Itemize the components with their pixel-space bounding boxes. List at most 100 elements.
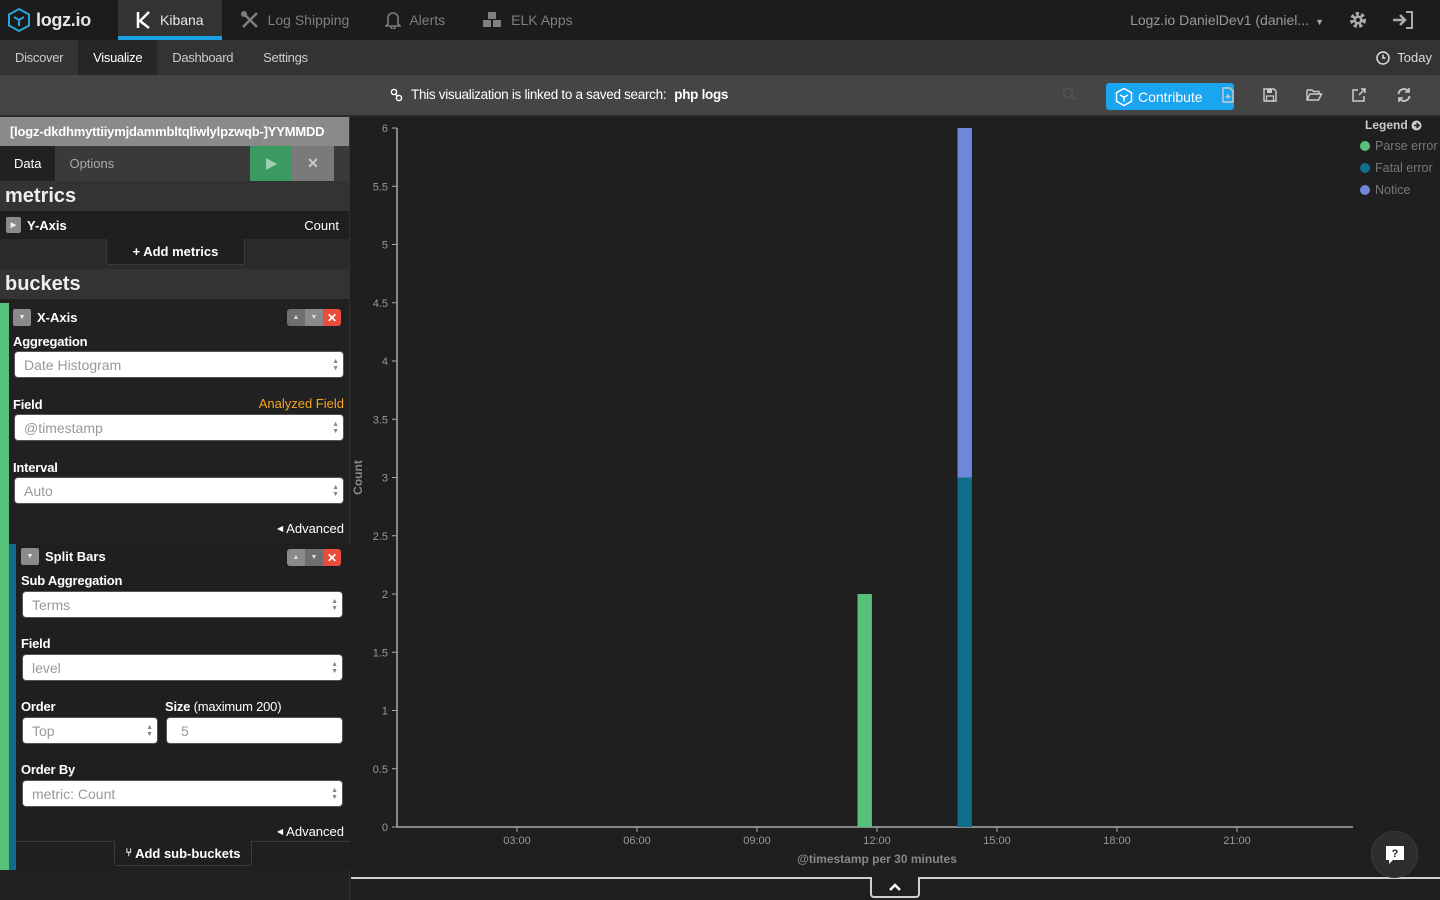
linked-search-name[interactable]: php logs xyxy=(674,87,728,102)
subnav-visualize[interactable]: Visualize xyxy=(78,40,158,75)
discard-changes-button[interactable]: ✕ xyxy=(292,146,334,181)
metric-value: Count xyxy=(304,217,339,233)
tools-icon xyxy=(240,11,258,28)
logzio-logo[interactable]: logz.io xyxy=(0,0,118,40)
bar-fatal-error xyxy=(957,477,972,827)
split-bars-title: Split Bars xyxy=(45,549,106,564)
tab-label: Alerts xyxy=(409,12,446,28)
split-bars-advanced-toggle[interactable]: ◀ Advanced xyxy=(277,824,344,839)
bar-parse-error xyxy=(857,594,872,827)
collapse-caret-icon[interactable]: ▼ xyxy=(13,309,31,326)
sub-aggregation-label: Sub Aggregation xyxy=(21,573,123,588)
legend-label: Parse error xyxy=(1375,139,1438,153)
split-field-label: Field xyxy=(21,636,51,651)
tab-kibana[interactable]: Kibana xyxy=(118,0,222,40)
help-chat-button[interactable]: ? xyxy=(1371,831,1418,878)
field-select[interactable]: @timestamp ▲ ▼ xyxy=(14,414,344,441)
kibana-icon xyxy=(136,11,150,29)
add-metrics-button[interactable]: + Add metrics xyxy=(106,239,245,265)
contribute-button[interactable]: Contribute xyxy=(1106,83,1234,110)
move-down-icon[interactable]: ▼ xyxy=(305,309,323,326)
tab-alerts[interactable]: Alerts xyxy=(367,0,463,40)
logo-cube-icon xyxy=(8,7,30,33)
x-tick-label: 09:00 xyxy=(743,835,771,847)
split-field-select[interactable]: level ▲ ▼ xyxy=(22,654,343,681)
collapse-caret-icon[interactable]: ▼ xyxy=(21,548,39,565)
metric-label: Y-Axis xyxy=(27,217,67,233)
aggregation-value: Date Histogram xyxy=(24,356,122,373)
tab-label: Kibana xyxy=(160,12,204,28)
new-document-icon[interactable] xyxy=(1219,86,1237,104)
move-up-icon[interactable]: ▲ xyxy=(287,309,305,326)
analyzed-field-warning: Analyzed Field xyxy=(258,396,344,411)
sub-aggregation-value: Terms xyxy=(32,596,71,613)
subnav-settings[interactable]: Settings xyxy=(248,40,323,75)
y-tick-label: 2.5 xyxy=(373,531,388,543)
share-external-icon[interactable] xyxy=(1350,86,1368,104)
sign-out-icon[interactable] xyxy=(1392,10,1414,30)
subnav-dashboard[interactable]: Dashboard xyxy=(157,40,248,75)
aggregation-select[interactable]: Date Histogram ▲ ▼ xyxy=(14,351,344,378)
link-icon xyxy=(390,88,403,101)
aggregation-label: Aggregation xyxy=(13,334,88,349)
move-up-icon[interactable]: ▲ xyxy=(287,549,305,566)
interval-label: Interval xyxy=(13,460,58,475)
gear-icon[interactable] xyxy=(1348,10,1368,30)
tab-elk-apps[interactable]: ELK Apps xyxy=(463,0,591,40)
apply-changes-button[interactable] xyxy=(250,146,292,181)
select-arrows-icon: ▲ ▼ xyxy=(331,787,338,801)
remove-icon[interactable]: ✕ xyxy=(323,549,341,566)
legend-item-notice[interactable]: Notice xyxy=(1360,179,1438,201)
x-tick-label: 21:00 xyxy=(1223,835,1251,847)
x-tick-label: 15:00 xyxy=(983,835,1011,847)
x-axis-title: X-Axis xyxy=(37,310,78,325)
account-dropdown[interactable]: Logz.io DanielDev1 (daniel... ▼ xyxy=(1130,12,1324,28)
spy-panel-toggle[interactable] xyxy=(870,877,920,898)
editor-tabs: Data Options ✕ xyxy=(0,146,349,181)
refresh-icon[interactable] xyxy=(1395,86,1413,104)
order-by-value: metric: Count xyxy=(32,785,116,802)
tab-data[interactable]: Data xyxy=(0,146,56,181)
tab-log-shipping[interactable]: Log Shipping xyxy=(222,0,368,40)
expand-caret-icon[interactable]: ▶ xyxy=(6,217,21,233)
y-tick-label: 1 xyxy=(382,706,388,718)
caret-left-icon: ◀ xyxy=(277,827,284,836)
folder-open-icon[interactable] xyxy=(1305,86,1323,104)
tab-options[interactable]: Options xyxy=(55,146,128,181)
tab-label: Log Shipping xyxy=(267,12,350,28)
size-hint: (maximum 200) xyxy=(193,699,282,714)
size-input[interactable]: 5 xyxy=(166,717,343,744)
linked-search-text: This visualization is linked to a saved … xyxy=(411,87,667,102)
order-by-label: Order By xyxy=(21,762,76,777)
remove-icon[interactable]: ✕ xyxy=(323,309,341,326)
field-value: @timestamp xyxy=(24,419,103,436)
brand-name: logz.io xyxy=(36,9,91,30)
x-axis-advanced-toggle[interactable]: ◀ Advanced xyxy=(277,521,344,536)
move-down-icon[interactable]: ▼ xyxy=(305,549,323,566)
subnav-discover[interactable]: Discover xyxy=(0,40,78,75)
bell-icon xyxy=(385,12,402,29)
fork-icon: ⑂ xyxy=(125,847,133,859)
add-sub-buckets-button[interactable]: ⑂ Add sub-buckets xyxy=(114,841,252,866)
add-metrics-row: + Add metrics xyxy=(0,239,349,269)
sub-aggregation-select[interactable]: Terms ▲ ▼ xyxy=(22,591,343,618)
metric-y-axis[interactable]: ▶ Y-Axis Count xyxy=(0,211,349,239)
y-tick-label: 2 xyxy=(382,589,388,601)
legend-item-parse-error[interactable]: Parse error xyxy=(1360,135,1438,157)
order-by-select[interactable]: metric: Count ▲ ▼ xyxy=(22,780,343,807)
y-tick-label: 0 xyxy=(382,822,388,834)
time-picker[interactable]: Today xyxy=(1376,40,1440,75)
search-icon[interactable] xyxy=(1062,87,1076,101)
tab-label: ELK Apps xyxy=(511,12,573,28)
order-select[interactable]: Top ▲ ▼ xyxy=(22,717,158,744)
legend-item-fatal-error[interactable]: Fatal error xyxy=(1360,157,1438,179)
x-tick-label: 03:00 xyxy=(503,835,531,847)
save-icon[interactable] xyxy=(1261,86,1279,104)
legend-toggle[interactable]: Legend xyxy=(1365,118,1438,132)
legend-title: Legend xyxy=(1365,118,1408,132)
select-arrows-icon: ▲ ▼ xyxy=(146,724,153,738)
interval-select[interactable]: Auto ▲ ▼ xyxy=(14,477,344,504)
select-arrows-icon: ▲ ▼ xyxy=(331,661,338,675)
select-arrows-icon: ▲ ▼ xyxy=(332,484,339,498)
select-arrows-icon: ▲ ▼ xyxy=(331,598,338,612)
